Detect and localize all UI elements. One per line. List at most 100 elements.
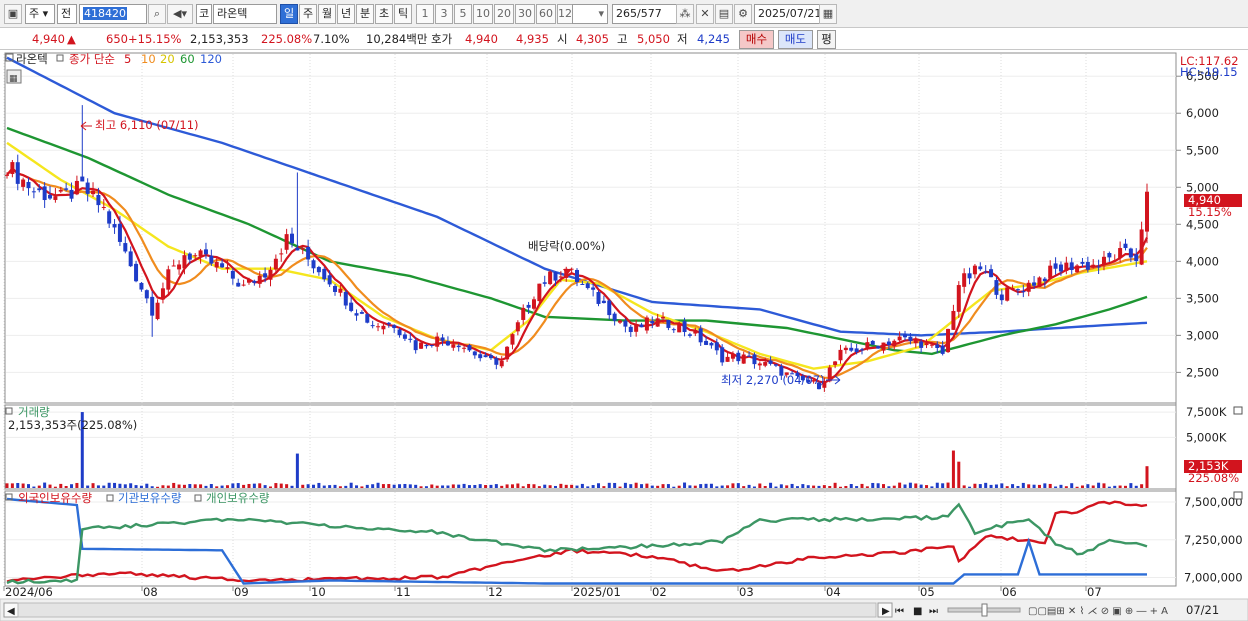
candle-body-49 bbox=[268, 269, 273, 280]
holdings-close-icon[interactable] bbox=[1233, 491, 1243, 500]
eval-button[interactable]: 평 bbox=[817, 30, 836, 49]
candle-body-206 bbox=[1112, 260, 1117, 262]
stop-icon[interactable]: ■ bbox=[913, 606, 922, 617]
rewind-icon[interactable]: ⏮ bbox=[895, 606, 904, 617]
date-input[interactable]: 2025/07/21 bbox=[754, 4, 820, 24]
volume-bar-123 bbox=[666, 484, 670, 488]
volume-panel bbox=[4, 404, 1177, 490]
y-axis-labels: 6,5006,0005,5005,0004,5004,0003,5003,000… bbox=[1176, 69, 1243, 584]
volume-bar-141 bbox=[763, 485, 767, 488]
candle-body-22 bbox=[123, 243, 128, 252]
volume-bar-94 bbox=[510, 484, 514, 488]
candle-body-125 bbox=[677, 324, 682, 333]
zoom-slider-handle[interactable] bbox=[981, 603, 988, 617]
save-icon[interactable]: ▤ bbox=[715, 4, 733, 24]
price-tick-label-5: 4,000 bbox=[1186, 254, 1219, 268]
candle-body-40 bbox=[220, 263, 225, 268]
tool-icons[interactable]: ▢▢▤⊞ ✕ ⌇ ⋌ ⊘ ▣ ⊕ ― + A bbox=[1028, 606, 1168, 617]
volume-close-icon[interactable] bbox=[1233, 406, 1243, 415]
stock-code-input[interactable]: 418420 bbox=[79, 4, 147, 24]
volume-bar-19 bbox=[107, 482, 111, 488]
volume-bar-16 bbox=[91, 483, 95, 488]
volume-bar-28 bbox=[156, 486, 160, 488]
layout-icon[interactable]: ▣ bbox=[4, 4, 22, 24]
volume-bar-37 bbox=[204, 485, 208, 488]
interval-button-30[interactable]: 30 bbox=[515, 4, 535, 24]
candle-body-10 bbox=[58, 189, 63, 192]
volume-bar-7 bbox=[43, 482, 47, 488]
volume-bar-102 bbox=[553, 485, 557, 488]
volume-bar-23 bbox=[129, 483, 133, 488]
interval-button-10[interactable]: 10 bbox=[473, 4, 493, 24]
holdings-panel bbox=[4, 490, 1177, 587]
period-button-1[interactable]: 주 bbox=[299, 4, 317, 24]
volume-bar-56 bbox=[306, 484, 310, 488]
volume-bar-135 bbox=[731, 483, 735, 488]
period-button-5[interactable]: 초 bbox=[375, 4, 393, 24]
volume-bar-184 bbox=[994, 484, 998, 488]
link-icon[interactable]: ⁂ bbox=[676, 4, 694, 24]
candle-body-102 bbox=[553, 272, 558, 281]
speaker-icon[interactable]: ◀▾ bbox=[167, 4, 193, 24]
candle-body-3 bbox=[21, 179, 26, 187]
candle-body-137 bbox=[741, 354, 746, 364]
candle-body-16 bbox=[91, 190, 96, 195]
crosshair-icon[interactable]: ✕ bbox=[696, 4, 714, 24]
volume-bar-0 bbox=[5, 483, 9, 488]
x-tick-label-7: 02 bbox=[652, 585, 667, 599]
quote-price: 4,940 bbox=[32, 32, 65, 46]
search-icon[interactable]: ⌕ bbox=[148, 4, 166, 24]
fast-forward-icon[interactable]: ⏭ bbox=[929, 606, 938, 617]
buy-button[interactable]: 매수 bbox=[739, 30, 774, 49]
candle-body-8 bbox=[48, 194, 53, 199]
period-button-6[interactable]: 틱 bbox=[394, 4, 412, 24]
period-mode-select[interactable]: 주 ▾ bbox=[25, 4, 55, 24]
quote-amount: 10,284백만 bbox=[366, 32, 428, 46]
candle-body-15 bbox=[85, 182, 90, 194]
high-label: 고 bbox=[617, 32, 628, 46]
legend-ma60: 60 bbox=[180, 52, 195, 66]
candle-body-201 bbox=[1085, 262, 1090, 270]
volume-bar-205 bbox=[1107, 486, 1111, 488]
candle-body-68 bbox=[370, 325, 375, 327]
candle-body-186 bbox=[1005, 287, 1010, 301]
candle-body-101 bbox=[548, 271, 553, 285]
interval-button-60[interactable]: 60 bbox=[536, 4, 556, 24]
volume-bar-176 bbox=[951, 450, 955, 488]
interval-button-1[interactable]: 1 bbox=[416, 4, 434, 24]
candle-body-50 bbox=[273, 258, 278, 270]
volume-bar-24 bbox=[134, 485, 138, 488]
stock-chart[interactable]: 6,5006,0005,5005,0004,5004,0003,5003,000… bbox=[0, 50, 1248, 621]
x-axis-labels: 2024/06 08 09 10 11 12 2025/01 02 03 04 05 06 07 bbox=[3, 585, 1176, 599]
candle-body-196 bbox=[1058, 264, 1063, 272]
volume-bar-46 bbox=[252, 483, 256, 488]
interval-button-3[interactable]: 3 bbox=[435, 4, 453, 24]
interval-button-20[interactable]: 20 bbox=[494, 4, 514, 24]
candle-body-172 bbox=[929, 344, 934, 346]
sell-button[interactable]: 매도 bbox=[778, 30, 813, 49]
interval-select[interactable]: ▾ bbox=[572, 4, 608, 24]
market-mode-select[interactable]: 전 bbox=[57, 4, 77, 24]
period-button-0[interactable]: 일 bbox=[280, 4, 298, 24]
candle-body-35 bbox=[193, 255, 198, 257]
volume-bar-26 bbox=[145, 483, 149, 488]
x-tick-label-2: 09 bbox=[234, 585, 249, 599]
candle-body-66 bbox=[359, 312, 364, 314]
volume-bar-99 bbox=[537, 486, 541, 488]
candle-body-42 bbox=[230, 270, 235, 279]
period-button-4[interactable]: 분 bbox=[356, 4, 374, 24]
candle-body-140 bbox=[757, 363, 762, 366]
interval-button-5[interactable]: 5 bbox=[454, 4, 472, 24]
candle-body-99 bbox=[537, 283, 542, 302]
calendar-icon[interactable]: ▦ bbox=[819, 4, 837, 24]
candle-body-7 bbox=[42, 186, 47, 201]
horizontal-scrollbar[interactable] bbox=[17, 602, 877, 618]
volume-bar-196 bbox=[1059, 484, 1063, 488]
gear-icon[interactable]: ⚙ bbox=[734, 4, 752, 24]
candle-body-179 bbox=[967, 273, 972, 279]
stock-name-field[interactable]: 라온텍 bbox=[213, 4, 277, 24]
data-count-field[interactable]: 265/577 bbox=[612, 4, 678, 24]
period-button-3[interactable]: 년 bbox=[337, 4, 355, 24]
period-button-2[interactable]: 월 bbox=[318, 4, 336, 24]
kind-label[interactable]: 코 bbox=[196, 4, 212, 24]
